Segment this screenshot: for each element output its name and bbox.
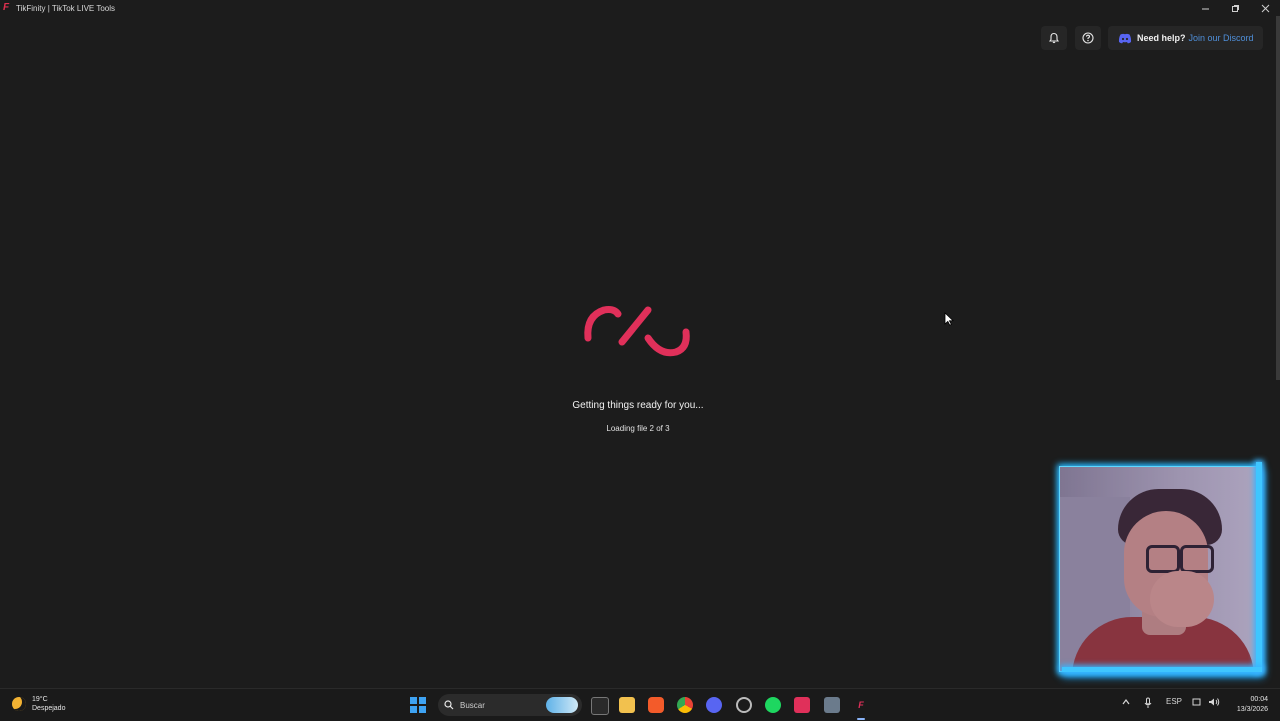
search-highlight-icon: [546, 697, 578, 713]
tiktok-icon[interactable]: [794, 697, 810, 713]
webcam-overlay: [1059, 466, 1259, 672]
bell-icon: [1048, 32, 1060, 44]
tikfinity-taskbar-icon[interactable]: F: [853, 697, 869, 713]
file-explorer-icon[interactable]: [619, 697, 635, 713]
clock-time: 00:04: [1250, 696, 1268, 703]
restore-icon: [1231, 4, 1239, 12]
webcam-glow-right: [1256, 462, 1262, 672]
close-button[interactable]: [1250, 0, 1280, 16]
notifications-button[interactable]: [1041, 26, 1067, 50]
task-view-icon[interactable]: [591, 697, 609, 715]
weather-condition: Despejado: [32, 705, 66, 712]
restore-button[interactable]: [1220, 0, 1250, 16]
weather-widget[interactable]: 19°C Despejado: [12, 695, 65, 713]
scrollbar[interactable]: [1276, 16, 1280, 380]
minimize-icon: [1201, 8, 1209, 9]
loading-subtitle: Loading file 2 of 3: [606, 424, 670, 433]
microphone-icon[interactable]: [1143, 697, 1153, 709]
mouse-cursor-icon: [944, 312, 954, 326]
app-logo-icon: F: [3, 2, 10, 13]
discord-app-icon[interactable]: [706, 697, 722, 713]
spotify-icon[interactable]: [765, 697, 781, 713]
weather-temp: 19°C: [32, 696, 48, 703]
language-indicator[interactable]: ESP: [1166, 697, 1182, 706]
help-label: Need help?: [1137, 33, 1186, 43]
close-icon: [1261, 4, 1269, 12]
taskbar-search[interactable]: Buscar: [438, 694, 582, 716]
loading-spinner: [584, 306, 690, 357]
moon-icon: [12, 697, 26, 711]
volume-icon[interactable]: [1208, 697, 1220, 707]
discord-icon: [1118, 33, 1132, 43]
app-icon[interactable]: [736, 697, 752, 713]
clock-date: 13/3/2026: [1236, 706, 1268, 713]
discord-help-button[interactable]: Need help? Join our Discord: [1108, 26, 1263, 50]
help-button[interactable]: [1075, 26, 1101, 50]
brave-icon[interactable]: [648, 697, 664, 713]
network-icon[interactable]: [1192, 697, 1202, 707]
question-circle-icon: [1082, 32, 1094, 44]
start-button[interactable]: [410, 697, 426, 713]
app-store-icon[interactable]: [824, 697, 840, 713]
taskbar: 19°C Despejado Buscar F ESP 00:04 13/3/2…: [0, 688, 1280, 721]
system-clock[interactable]: 00:04 13/3/2026: [1237, 695, 1268, 715]
search-icon: [444, 700, 454, 710]
window-controls: [1190, 0, 1280, 16]
search-placeholder: Buscar: [460, 700, 485, 710]
webcam-glow-bottom: [1062, 667, 1262, 672]
discord-link[interactable]: Join our Discord: [1189, 33, 1254, 43]
title-bar: F TikFinity | TikTok LIVE Tools: [0, 0, 1280, 16]
chrome-icon[interactable]: [677, 697, 693, 713]
chevron-up-icon[interactable]: [1121, 697, 1131, 707]
loading-title: Getting things ready for you...: [572, 400, 704, 411]
minimize-button[interactable]: [1190, 0, 1220, 16]
window-title: TikFinity | TikTok LIVE Tools: [16, 3, 115, 13]
